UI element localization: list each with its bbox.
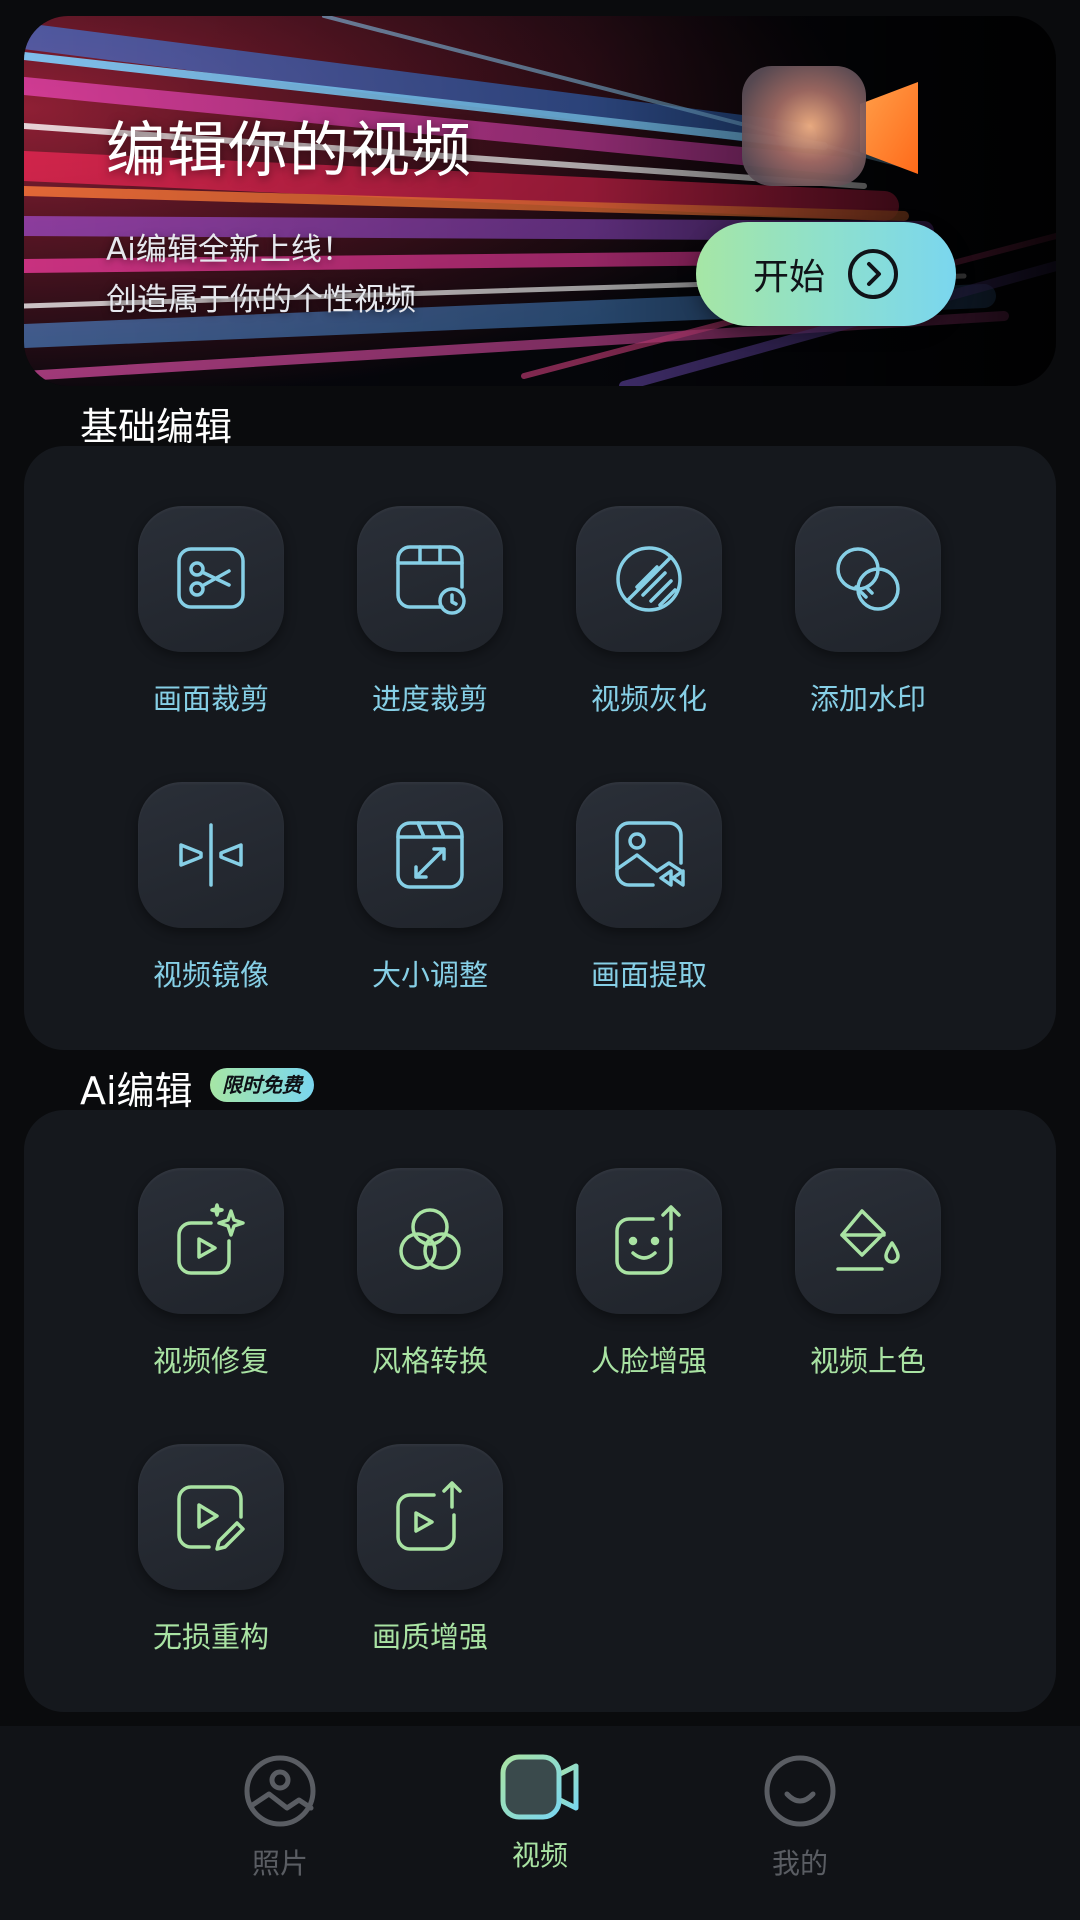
banner-subtitle-line2: 创造属于你的个性视频 <box>106 282 416 318</box>
tool-resize[interactable]: 大小调整 <box>357 782 503 994</box>
tool-add-watermark[interactable]: 添加水印 <box>795 506 941 718</box>
tool-crop-frame[interactable]: 画面裁剪 <box>138 506 284 718</box>
tool-label: 画质增强 <box>371 1620 488 1654</box>
nav-tab-photos[interactable]: 照片 <box>200 1754 360 1882</box>
quality-enhance-icon <box>396 1481 462 1551</box>
video-camera-icon <box>500 1754 579 1820</box>
mirror-icon <box>179 823 243 887</box>
ai-edit-panel: 视频修复 风格转换 人脸增强 视频上色 无损重构 画质增强 <box>24 1110 1056 1712</box>
start-button-label: 开始 <box>752 257 825 298</box>
face-enhance-icon <box>615 1205 681 1275</box>
tool-label: 风格转换 <box>371 1344 488 1378</box>
nav-label-profile: 我的 <box>771 1847 828 1880</box>
tool-trim-progress[interactable]: 进度裁剪 <box>357 506 503 718</box>
nav-tab-profile[interactable]: 我的 <box>720 1754 880 1882</box>
lossless-rebuild-icon <box>177 1485 245 1551</box>
tool-label: 添加水印 <box>809 682 926 716</box>
colorize-icon <box>836 1209 900 1271</box>
tool-mirror[interactable]: 视频镜像 <box>138 782 284 994</box>
tool-quality-enhance[interactable]: 画质增强 <box>357 1444 503 1656</box>
video-home-screen: { "banner": { "title": "编辑你的视频", "subtit… <box>0 0 1080 1920</box>
style-transfer-icon <box>399 1208 461 1270</box>
profile-smile-icon <box>764 1755 836 1827</box>
ai-edit-section-title: Ai编辑 <box>80 1069 193 1113</box>
chevron-right-circle-icon <box>848 249 898 299</box>
tool-face-enhance[interactable]: 人脸增强 <box>576 1168 722 1380</box>
tool-frame-extract[interactable]: 画面提取 <box>576 782 722 994</box>
tool-colorize[interactable]: 视频上色 <box>795 1168 941 1380</box>
tool-label: 进度裁剪 <box>371 682 488 716</box>
nav-label-video: 视频 <box>511 1839 568 1872</box>
watermark-icon <box>836 547 900 611</box>
tool-label: 视频镜像 <box>152 958 269 992</box>
limited-free-badge: 限时免费 <box>210 1068 314 1102</box>
video-repair-icon <box>177 1203 245 1275</box>
tool-label: 视频灰化 <box>590 682 707 716</box>
tool-video-repair[interactable]: 视频修复 <box>138 1168 284 1380</box>
banner-subtitle-line1: Ai编辑全新上线！ <box>106 232 353 268</box>
scissors-icon <box>177 547 245 609</box>
tool-label: 人脸增强 <box>590 1344 707 1378</box>
photo-icon <box>244 1755 316 1827</box>
tool-lossless-rebuild[interactable]: 无损重构 <box>138 1444 284 1656</box>
tool-label: 画面裁剪 <box>152 682 269 716</box>
tool-label: 视频修复 <box>152 1344 269 1378</box>
resize-icon <box>396 821 464 889</box>
start-button[interactable]: 开始 <box>696 222 956 326</box>
video-camera-illustration <box>742 66 918 186</box>
tool-label: 无损重构 <box>152 1620 269 1654</box>
tool-label: 画面提取 <box>590 958 707 992</box>
bottom-navigation: 照片 视频 我的 <box>0 1726 1080 1920</box>
grayscale-icon <box>616 546 682 612</box>
basic-edit-panel: 画面裁剪 进度裁剪 视频灰化 添加水印 视频镜像 大小调整 画面提取 <box>24 446 1056 1050</box>
frame-extract-icon <box>615 821 685 887</box>
tool-grayscale[interactable]: 视频灰化 <box>576 506 722 718</box>
basic-edit-section-title: 基础编辑 <box>80 405 233 449</box>
tool-label: 大小调整 <box>371 958 488 992</box>
nav-tab-video[interactable]: 视频 <box>460 1754 620 1874</box>
tool-label: 视频上色 <box>809 1344 926 1378</box>
timeline-clock-icon <box>396 545 466 615</box>
banner-title: 编辑你的视频 <box>106 116 472 186</box>
tool-style-transfer[interactable]: 风格转换 <box>357 1168 503 1380</box>
nav-label-photos: 照片 <box>251 1847 308 1880</box>
promo-banner[interactable]: 编辑你的视频 Ai编辑全新上线！ 创造属于你的个性视频 开始 <box>24 16 1056 386</box>
